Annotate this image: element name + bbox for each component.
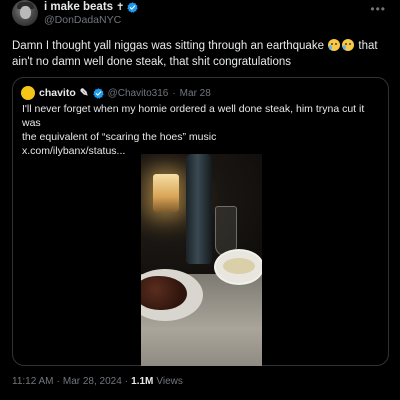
photo-steak: [141, 276, 187, 310]
meta-separator: ·: [56, 376, 60, 387]
quoted-author-handle: @Chavito316: [107, 87, 169, 99]
quoted-media-photo[interactable]: [141, 154, 262, 366]
views-label: Views: [156, 376, 183, 387]
quoted-author-avatar: [21, 86, 35, 100]
author-avatar[interactable]: [12, 0, 38, 26]
quoted-author-name: chavito: [39, 87, 76, 99]
photo-bottle: [186, 154, 212, 264]
quoted-tweet-header: chavito ✎ @Chavito316 · Mar 28: [21, 86, 211, 100]
quoted-text-line1: I'll never forget when my homie ordered …: [22, 103, 365, 129]
quoted-date: Mar 28: [179, 87, 211, 99]
quoted-tweet-card[interactable]: chavito ✎ @Chavito316 · Mar 28 I'll neve…: [12, 77, 389, 366]
more-dots-icon[interactable]: •••: [370, 2, 386, 16]
cross-symbol: ✝: [116, 1, 125, 13]
author-display-name[interactable]: i make beats: [44, 1, 113, 13]
quoted-separator: ·: [172, 87, 176, 99]
photo-rice: [223, 258, 255, 274]
crying-face-emoji-icon: [328, 39, 341, 51]
meta-separator: ·: [124, 376, 129, 387]
author-name-row: i make beats ✝: [44, 0, 139, 14]
views-count: 1.1M: [131, 376, 154, 387]
tweet-text: Damn I thought yall niggas was sitting t…: [12, 38, 392, 70]
quoted-text-line2: the equivalent of “scaring the hoes” mus…: [22, 131, 217, 143]
author-handle[interactable]: @DonDadaNYC: [44, 14, 121, 26]
tweet-meta: 11:12 AM · Mar 28, 2024 · 1.1M Views: [12, 376, 183, 387]
tweet-date[interactable]: Mar 28, 2024: [63, 376, 122, 387]
verified-badge-icon: [127, 1, 139, 13]
quoted-tweet-text: I'll never forget when my homie ordered …: [22, 102, 382, 158]
tweet-text-part1: Damn I thought yall niggas was sitting t…: [12, 40, 324, 52]
tweet: i make beats ✝ @DonDadaNYC ••• Damn I th…: [0, 0, 400, 400]
crying-face-emoji-icon: [342, 39, 355, 51]
verified-badge-icon: [92, 87, 104, 99]
avatar-face: [20, 6, 31, 19]
photo-candle: [153, 174, 179, 212]
pencil-symbol-icon: ✎: [79, 87, 89, 99]
tweet-time[interactable]: 11:12 AM: [12, 376, 54, 387]
